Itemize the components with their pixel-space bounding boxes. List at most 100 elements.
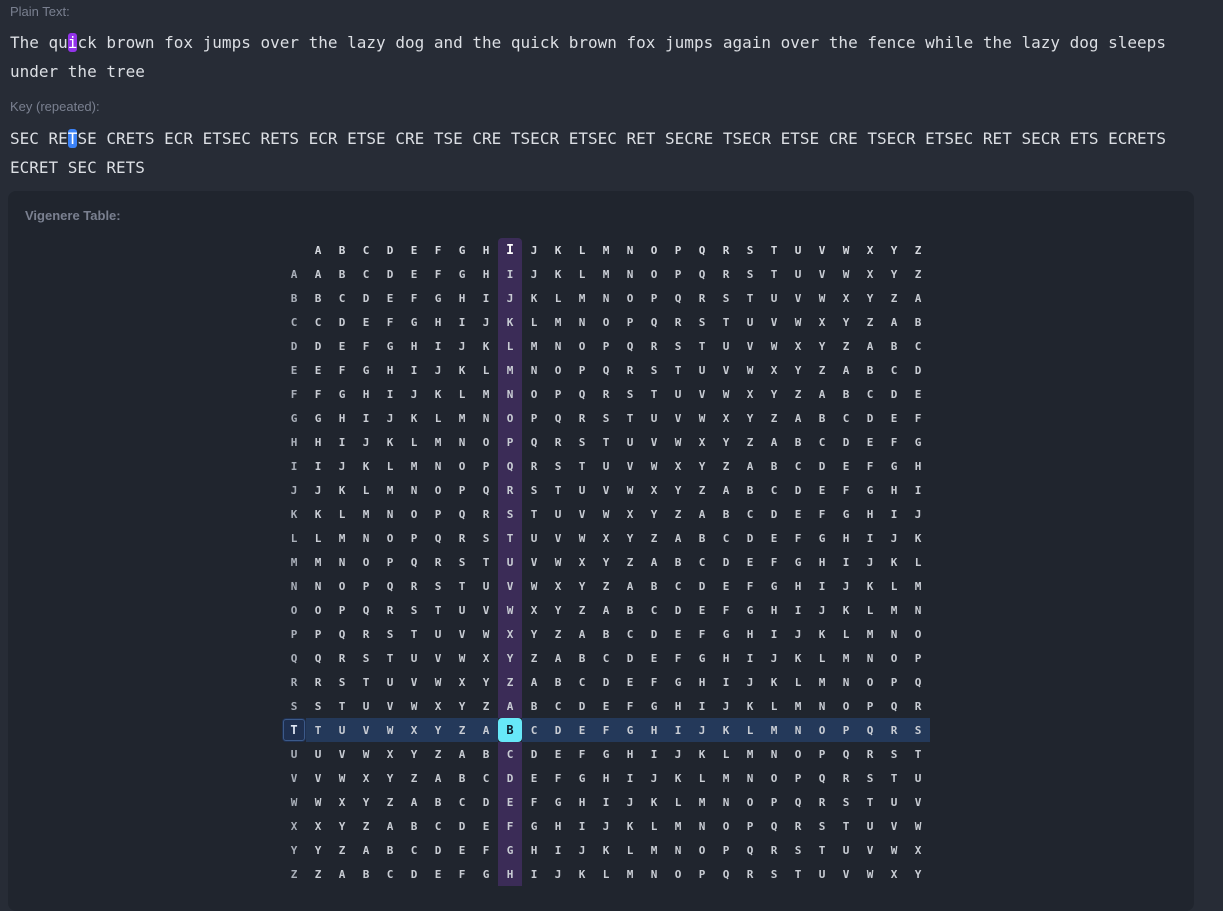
table-cell: S	[434, 579, 442, 593]
table-cell: N	[626, 267, 634, 281]
table-cell: D	[546, 718, 570, 742]
table-cell: Y	[578, 579, 586, 593]
table-cell: H	[554, 819, 562, 833]
table-cell: E	[386, 291, 394, 305]
table-cell: Y	[314, 843, 322, 857]
table-cell: L	[866, 603, 874, 617]
table-cell: Y	[410, 747, 418, 761]
table-cell: Q	[498, 454, 522, 478]
table-cell: Y	[746, 411, 754, 425]
plain-text-label: Plain Text:	[10, 4, 70, 19]
table-cell: A	[474, 718, 498, 742]
table-cell: H	[674, 699, 682, 713]
table-cell: T	[498, 526, 522, 550]
table-cell: D	[746, 531, 754, 545]
table-cell: I	[410, 363, 418, 377]
key-before: SEC RE	[10, 129, 68, 148]
table-cell: S	[314, 699, 322, 713]
table-cell: M	[338, 531, 346, 545]
table-cell: P	[650, 291, 658, 305]
key-after: SE CRETS ECR ETSEC RETS ECR ETSE CRE TSE…	[10, 129, 1176, 177]
table-cell: G	[618, 718, 642, 742]
column-header-m: M	[602, 243, 610, 257]
column-header-u: U	[794, 243, 802, 257]
table-cell: Y	[626, 531, 634, 545]
table-cell: U	[890, 795, 898, 809]
table-cell: D	[914, 363, 922, 377]
table-cell: R	[410, 579, 418, 593]
table-cell: W	[338, 771, 346, 785]
table-cell: I	[866, 531, 874, 545]
column-header-l: L	[578, 243, 586, 257]
table-cell: F	[722, 603, 730, 617]
table-cell: F	[698, 627, 706, 641]
key-label: Key (repeated):	[10, 99, 100, 114]
table-cell: T	[698, 339, 706, 353]
table-cell: T	[554, 483, 562, 497]
table-cell: Y	[602, 555, 610, 569]
table-cell: N	[602, 291, 610, 305]
table-cell: Y	[362, 795, 370, 809]
table-cell: N	[458, 435, 466, 449]
table-cell: K	[626, 819, 634, 833]
table-cell: I	[698, 699, 706, 713]
table-cell: V	[482, 603, 490, 617]
table-cell: K	[866, 579, 874, 593]
table-cell: R	[794, 819, 802, 833]
table-cell: O	[650, 267, 658, 281]
table-cell: T	[866, 795, 874, 809]
table-cell: W	[698, 411, 706, 425]
table-cell: W	[890, 843, 898, 857]
table-cell: K	[746, 699, 754, 713]
vigenere-row-z: Z Z A B C D E F GHI J K L M N O P Q R S T U V W X Y	[282, 862, 930, 886]
vigenere-row-f: F F G H I J K L MNO P Q R S T U V W X Y Z A B C D E	[282, 382, 930, 406]
table-cell: P	[722, 843, 730, 857]
table-cell: O	[794, 747, 802, 761]
table-cell: O	[866, 675, 874, 689]
table-cell: J	[818, 603, 826, 617]
table-cell: W	[458, 651, 466, 665]
table-cell: U	[434, 627, 442, 641]
table-cell: N	[578, 315, 586, 329]
table-cell: W	[410, 699, 418, 713]
table-cell: A	[386, 819, 394, 833]
table-cell: Y	[722, 435, 730, 449]
table-cell: X	[314, 819, 322, 833]
table-cell: J	[746, 675, 754, 689]
table-cell: J	[722, 699, 730, 713]
table-cell: T	[890, 771, 898, 785]
table-cell: M	[842, 651, 850, 665]
table-cell: W	[578, 531, 586, 545]
table-cell: C	[794, 459, 802, 473]
table-cell: G	[458, 267, 466, 281]
table-cell: O	[810, 718, 834, 742]
vigenere-row-b: B B C D E F G H IJK L M N O P Q R S T U V W X Y Z A	[282, 286, 930, 310]
table-cell: K	[410, 411, 418, 425]
table-cell: J	[362, 435, 370, 449]
table-cell: D	[794, 483, 802, 497]
vigenere-row-t: TTUVWXYZABCDEFGHIJKLMNOPQRS	[282, 718, 930, 742]
table-cell: N	[554, 339, 562, 353]
table-cell: Q	[554, 411, 562, 425]
row-header-d: D	[290, 339, 298, 353]
table-cell: Z	[890, 291, 898, 305]
table-cell: R	[482, 507, 490, 521]
table-cell: H	[914, 459, 922, 473]
table-cell: T	[770, 267, 778, 281]
table-cell: P	[410, 531, 418, 545]
table-cell: H	[434, 315, 442, 329]
table-cell: Q	[914, 675, 922, 689]
column-header-d: D	[386, 243, 394, 257]
table-cell: Z	[482, 699, 490, 713]
table-cell: B	[458, 771, 466, 785]
table-cell: K	[498, 310, 522, 334]
table-cell: N	[842, 675, 850, 689]
table-cell: M	[762, 718, 786, 742]
table-cell: E	[570, 718, 594, 742]
column-header-f: F	[434, 243, 442, 257]
table-cell: Z	[698, 483, 706, 497]
table-cell: P	[794, 771, 802, 785]
table-cell: W	[530, 579, 538, 593]
row-header-q: Q	[290, 651, 298, 665]
table-cell: N	[786, 718, 810, 742]
